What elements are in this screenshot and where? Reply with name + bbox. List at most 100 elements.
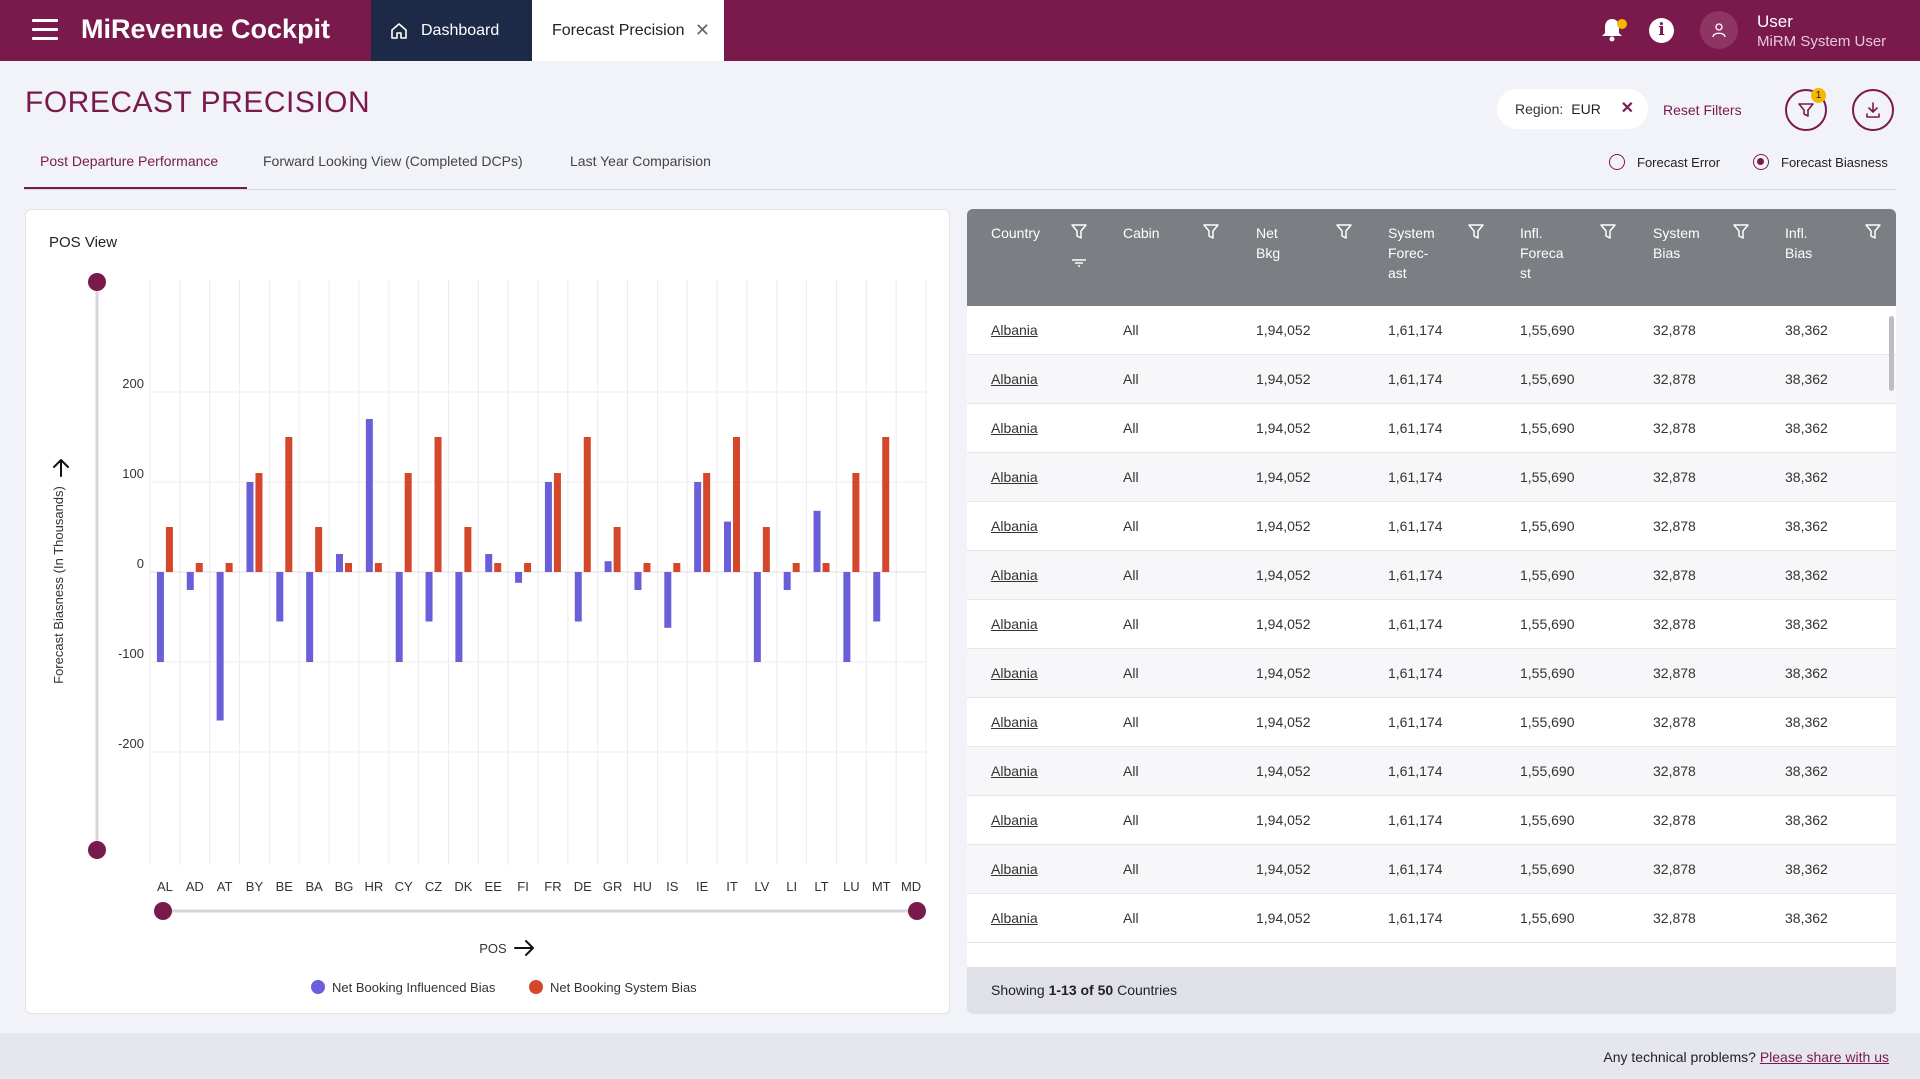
column-filter-icon[interactable]	[1468, 223, 1484, 244]
table-row[interactable]: Albania All 1,94,052 1,61,174 1,55,690 32,878…	[967, 600, 1896, 649]
bar-influenced-is	[664, 572, 672, 628]
table-cell: 1,61,174	[1388, 910, 1443, 926]
column-header[interactable]: Infl. Bias	[1785, 223, 1812, 263]
scrollbar-thumb[interactable]	[1889, 316, 1894, 391]
country-link[interactable]: Albania	[991, 616, 1038, 632]
avatar[interactable]	[1700, 11, 1738, 49]
column-filter-icon[interactable]	[1203, 223, 1219, 244]
column-header-line: System	[1653, 225, 1700, 241]
remove-filter-icon[interactable]: ✕	[1621, 98, 1634, 118]
column-filter-icon[interactable]	[1600, 223, 1616, 244]
column-filter-icon[interactable]	[1733, 223, 1749, 244]
download-button[interactable]	[1852, 89, 1894, 131]
table-row[interactable]: Albania All 1,94,052 1,61,174 1,55,690 32,878…	[967, 306, 1896, 355]
y-axis-label: Forecast Biasness (In Thousands)	[51, 486, 66, 684]
sort-icon[interactable]	[1071, 255, 1087, 271]
country-link[interactable]: Albania	[991, 714, 1038, 730]
column-filter-icon[interactable]	[1336, 223, 1352, 244]
country-link[interactable]: Albania	[991, 861, 1038, 877]
tab-forecast-precision[interactable]: Forecast Precision ✕	[532, 0, 724, 61]
region-value: EUR	[1571, 101, 1601, 117]
column-header[interactable]: Infl. Foreca st	[1520, 223, 1564, 283]
bar-system-lt	[822, 563, 830, 572]
table-row[interactable]: Albania All 1,94,052 1,61,174 1,55,690 32,878…	[967, 796, 1896, 845]
y-range-slider-handle-top[interactable]	[88, 273, 106, 291]
bar-influenced-dk	[455, 572, 463, 662]
user-icon	[1712, 23, 1726, 38]
country-link[interactable]: Albania	[991, 518, 1038, 534]
x-tick-label: EE	[485, 879, 503, 894]
bar-influenced-cz	[425, 572, 433, 622]
bar-influenced-ba	[306, 572, 314, 662]
column-header[interactable]: Cabin	[1123, 223, 1160, 243]
tab-post-departure-performance[interactable]: Post Departure Performance	[40, 153, 218, 169]
table-row[interactable]: Albania All 1,94,052 1,61,174 1,55,690 32,878…	[967, 404, 1896, 453]
column-header[interactable]: Country	[991, 223, 1040, 243]
table-row[interactable]: Albania All 1,94,052 1,61,174 1,55,690 32,878…	[967, 649, 1896, 698]
table-row[interactable]: Albania All 1,94,052 1,61,174 1,55,690 32,878…	[967, 551, 1896, 600]
table-cell: 1,94,052	[1256, 469, 1311, 485]
table-cell: 1,55,690	[1520, 469, 1575, 485]
menu-icon[interactable]	[32, 19, 58, 41]
y-range-slider-handle-bottom[interactable]	[88, 841, 106, 859]
x-tick-label: AL	[157, 879, 173, 894]
column-filter-icon[interactable]	[1071, 223, 1087, 244]
table-cell: 38,362	[1785, 469, 1828, 485]
bar-system-gr	[613, 527, 621, 572]
table-cell: 1,61,174	[1388, 861, 1443, 877]
bar-system-ee	[494, 563, 502, 572]
bar-influenced-gr	[604, 561, 612, 572]
table-cell: 1,61,174	[1388, 371, 1443, 387]
country-link[interactable]: Albania	[991, 322, 1038, 338]
reset-filters-button[interactable]: Reset Filters	[1663, 102, 1742, 118]
radio-forecast-error[interactable]: Forecast Error	[1609, 154, 1720, 170]
country-link[interactable]: Albania	[991, 567, 1038, 583]
country-link[interactable]: Albania	[991, 812, 1038, 828]
tab-forward-looking-view[interactable]: Forward Looking View (Completed DCPs)	[263, 153, 523, 169]
table-row[interactable]: Albania All 1,94,052 1,61,174 1,55,690 32,878…	[967, 502, 1896, 551]
table-cell: 1,94,052	[1256, 567, 1311, 583]
country-link[interactable]: Albania	[991, 469, 1038, 485]
bar-system-bg	[345, 563, 352, 572]
x-tick-label: CZ	[425, 879, 442, 894]
table-row[interactable]: Albania All 1,94,052 1,61,174 1,55,690 32,878…	[967, 845, 1896, 894]
column-header[interactable]: Net Bkg	[1256, 223, 1280, 263]
country-link[interactable]: Albania	[991, 910, 1038, 926]
region-filter-chip[interactable]: Region: EUR ✕	[1497, 89, 1648, 129]
tab-last-year-comparison[interactable]: Last Year Comparision	[570, 153, 711, 169]
x-range-slider-handle-left[interactable]	[154, 902, 172, 920]
country-link[interactable]: Albania	[991, 763, 1038, 779]
country-link[interactable]: Albania	[991, 371, 1038, 387]
top-bar: MiRevenue Cockpit Dashboard Forecast Pre…	[0, 0, 1920, 61]
table-row[interactable]: Albania All 1,94,052 1,61,174 1,55,690 32,878…	[967, 355, 1896, 404]
table-row[interactable]: Albania All 1,94,052 1,61,174 1,55,690 32,878…	[967, 894, 1896, 943]
bar-system-hr	[374, 563, 382, 572]
table-row[interactable]: Albania All 1,94,052 1,61,174 1,55,690 32,878…	[967, 747, 1896, 796]
table-row[interactable]: Albania All 1,94,052 1,61,174 1,55,690 32,878…	[967, 453, 1896, 502]
country-link[interactable]: Albania	[991, 420, 1038, 436]
column-header[interactable]: System Bias	[1653, 223, 1700, 263]
country-link[interactable]: Albania	[991, 665, 1038, 681]
column-filter-icon[interactable]	[1865, 223, 1881, 244]
radio-forecast-biasness[interactable]: Forecast Biasness	[1753, 154, 1888, 170]
table-cell: 38,362	[1785, 861, 1828, 877]
bar-influenced-lu	[843, 572, 851, 662]
x-range-slider-handle-right[interactable]	[908, 902, 926, 920]
pos-view-chart-card: POS View 200 100 0 -100 -200 AL AD AT BY BE BA BG HR…	[25, 209, 950, 1014]
close-icon[interactable]: ✕	[695, 20, 710, 41]
info-icon[interactable]: i	[1649, 18, 1674, 43]
bar-system-lu	[852, 473, 860, 572]
tab-dashboard[interactable]: Dashboard	[371, 0, 532, 61]
share-feedback-link[interactable]: Please share with us	[1760, 1049, 1889, 1065]
y-tick-label: 200	[122, 376, 144, 391]
table-cell: All	[1123, 420, 1139, 436]
bar-influenced-bg	[336, 554, 343, 572]
table-scrollbar[interactable]	[1888, 306, 1896, 926]
bar-system-mt	[882, 437, 890, 572]
column-header[interactable]: System Forec-ast	[1388, 223, 1435, 283]
y-tick-label: 0	[137, 556, 144, 571]
filter-button[interactable]: 1	[1785, 88, 1827, 131]
table-cell: 1,94,052	[1256, 616, 1311, 632]
table-cell: All	[1123, 616, 1139, 632]
table-row[interactable]: Albania All 1,94,052 1,61,174 1,55,690 32,878…	[967, 698, 1896, 747]
